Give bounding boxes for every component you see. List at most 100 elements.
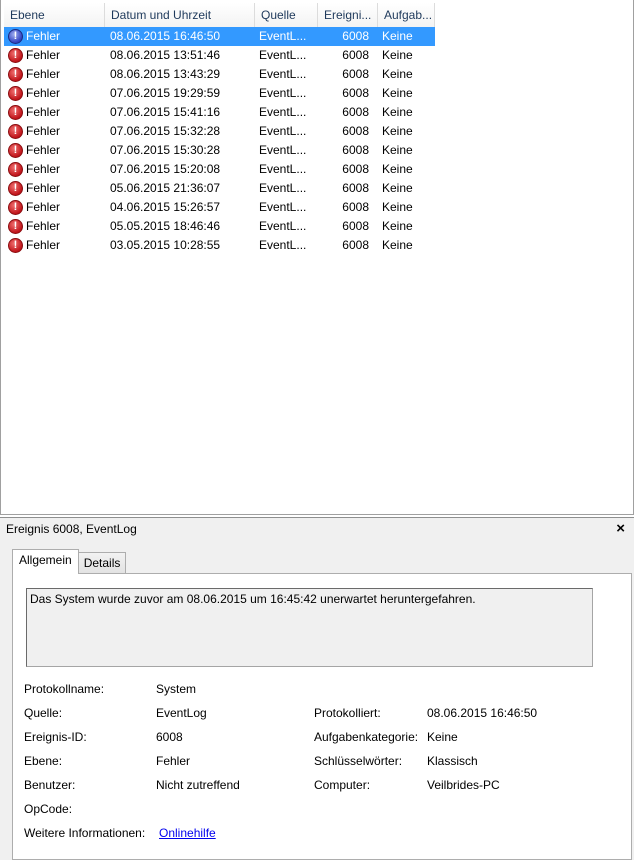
event-id-cell: 6008 bbox=[342, 86, 369, 100]
source-cell: EventL... bbox=[259, 86, 307, 100]
datetime-cell: 07.06.2015 15:30:28 bbox=[110, 143, 221, 157]
error-icon: ! bbox=[8, 181, 23, 196]
source-cell: EventL... bbox=[259, 67, 307, 81]
event-id-cell: 6008 bbox=[342, 48, 369, 62]
datetime-cell: 03.05.2015 10:28:55 bbox=[110, 238, 221, 252]
event-id-cell: 6008 bbox=[342, 143, 369, 157]
task-category-cell: Keine bbox=[382, 162, 413, 176]
table-row[interactable]: ! Fehler 05.06.2015 21:36:07 EventL... 6008 K… bbox=[4, 179, 435, 198]
level-cell: ! Fehler bbox=[4, 236, 105, 255]
event-message[interactable]: Das System wurde zuvor am 08.06.2015 um … bbox=[26, 588, 593, 667]
column-header-ebene[interactable]: Ebene bbox=[4, 3, 105, 27]
task-category-cell: Keine bbox=[382, 143, 413, 157]
onlinehilfe-link[interactable]: Onlinehilfe bbox=[159, 826, 216, 840]
error-icon: ! bbox=[8, 200, 23, 215]
tab-allgemein[interactable]: Allgemein bbox=[12, 549, 79, 574]
level-text: Fehler bbox=[26, 162, 61, 176]
level-text: Fehler bbox=[26, 105, 61, 119]
source-cell: EventL... bbox=[259, 238, 307, 252]
value-computer: Veilbrides-PC bbox=[427, 778, 500, 792]
task-category-cell: Keine bbox=[382, 181, 413, 195]
event-id-cell: 6008 bbox=[342, 181, 369, 195]
value-protokolliert: 08.06.2015 16:46:50 bbox=[427, 706, 538, 720]
error-icon: ! bbox=[8, 162, 23, 177]
table-row[interactable]: ! Fehler 05.05.2015 18:46:46 EventL... 6008 K… bbox=[4, 217, 435, 236]
event-list-header: Ebene Datum und Uhrzeit Quelle Ereigni..… bbox=[4, 3, 435, 28]
level-cell: ! Fehler bbox=[4, 179, 105, 198]
label-schluesselwoerter: Schlüsselwörter: bbox=[314, 754, 403, 768]
label-benutzer: Benutzer: bbox=[24, 778, 76, 792]
column-header-datum[interactable]: Datum und Uhrzeit bbox=[105, 3, 255, 27]
level-text: Fehler bbox=[26, 200, 61, 214]
task-category-cell: Keine bbox=[382, 105, 413, 119]
label-ebene: Ebene: bbox=[24, 754, 63, 768]
value-protokollname: System bbox=[156, 682, 197, 696]
level-text: Fehler bbox=[26, 86, 61, 100]
error-icon: ! bbox=[8, 143, 23, 158]
value-benutzer: Nicht zutreffend bbox=[156, 778, 240, 792]
source-cell: EventL... bbox=[259, 124, 307, 138]
event-id-cell: 6008 bbox=[342, 162, 369, 176]
task-category-cell: Keine bbox=[382, 86, 413, 100]
table-row[interactable]: ! Fehler 07.06.2015 15:20:08 EventL... 6008 K… bbox=[4, 160, 435, 179]
level-text: Fehler bbox=[26, 67, 61, 81]
level-cell: ! Fehler bbox=[4, 27, 105, 46]
close-icon[interactable]: × bbox=[616, 520, 625, 537]
level-text: Fehler bbox=[26, 143, 61, 157]
task-category-cell: Keine bbox=[382, 29, 413, 43]
column-header-ereignis-id[interactable]: Ereigni... bbox=[318, 3, 378, 27]
datetime-cell: 07.06.2015 15:20:08 bbox=[110, 162, 221, 176]
table-row[interactable]: ! Fehler 08.06.2015 13:43:29 EventL... 6008 K… bbox=[4, 65, 435, 84]
value-quelle: EventLog bbox=[156, 706, 207, 720]
level-cell: ! Fehler bbox=[4, 160, 105, 179]
datetime-cell: 05.06.2015 21:36:07 bbox=[110, 181, 221, 195]
error-icon: ! bbox=[8, 67, 23, 82]
datetime-cell: 05.05.2015 18:46:46 bbox=[110, 219, 221, 233]
event-id-cell: 6008 bbox=[342, 219, 369, 233]
error-icon: ! bbox=[8, 86, 23, 101]
level-text: Fehler bbox=[26, 219, 61, 233]
table-row[interactable]: ! Fehler 04.06.2015 15:26:57 EventL... 6008 K… bbox=[4, 198, 435, 217]
task-category-cell: Keine bbox=[382, 48, 413, 62]
event-id-cell: 6008 bbox=[342, 124, 369, 138]
detail-tabs: Allgemein Details bbox=[12, 549, 127, 574]
table-row[interactable]: ! Fehler 08.06.2015 16:46:50 EventL... 6008 K… bbox=[4, 27, 435, 46]
label-weitere-informationen: Weitere Informationen: bbox=[24, 826, 146, 840]
task-category-cell: Keine bbox=[382, 124, 413, 138]
event-list-pane: Ebene Datum und Uhrzeit Quelle Ereigni..… bbox=[0, 0, 634, 515]
label-ereignis-id: Ereignis-ID: bbox=[24, 730, 87, 744]
task-category-cell: Keine bbox=[382, 200, 413, 214]
event-id-cell: 6008 bbox=[342, 67, 369, 81]
value-ereignis-id: 6008 bbox=[156, 730, 183, 744]
error-icon: ! bbox=[8, 105, 23, 120]
event-detail-pane: Ereignis 6008, EventLog × Allgemein Deta… bbox=[0, 517, 634, 860]
source-cell: EventL... bbox=[259, 162, 307, 176]
column-header-aufgabenkategorie[interactable]: Aufgab... bbox=[378, 3, 435, 27]
datetime-cell: 07.06.2015 15:41:16 bbox=[110, 105, 221, 119]
error-icon: ! bbox=[8, 124, 23, 139]
value-ebene: Fehler bbox=[156, 754, 191, 768]
column-header-quelle[interactable]: Quelle bbox=[255, 3, 318, 27]
table-row[interactable]: ! Fehler 07.06.2015 19:29:59 EventL... 6008 K… bbox=[4, 84, 435, 103]
error-icon: ! bbox=[8, 238, 23, 253]
level-text: Fehler bbox=[26, 48, 61, 62]
table-row[interactable]: ! Fehler 03.05.2015 10:28:55 EventL... 6008 K… bbox=[4, 236, 435, 255]
table-row[interactable]: ! Fehler 07.06.2015 15:32:28 EventL... 6008 K… bbox=[4, 122, 435, 141]
level-cell: ! Fehler bbox=[4, 84, 105, 103]
table-row[interactable]: ! Fehler 07.06.2015 15:30:28 EventL... 6008 K… bbox=[4, 141, 435, 160]
tab-details[interactable]: Details bbox=[77, 552, 127, 573]
source-cell: EventL... bbox=[259, 105, 307, 119]
level-cell: ! Fehler bbox=[4, 65, 105, 84]
event-id-cell: 6008 bbox=[342, 29, 369, 43]
datetime-cell: 08.06.2015 16:46:50 bbox=[110, 29, 221, 43]
error-icon: ! bbox=[8, 29, 23, 44]
error-icon: ! bbox=[8, 219, 23, 234]
table-row[interactable]: ! Fehler 07.06.2015 15:41:16 EventL... 6008 K… bbox=[4, 103, 435, 122]
level-text: Fehler bbox=[26, 29, 61, 43]
level-text: Fehler bbox=[26, 238, 61, 252]
value-schluesselwoerter: Klassisch bbox=[427, 754, 478, 768]
detail-title: Ereignis 6008, EventLog bbox=[6, 522, 137, 536]
table-row[interactable]: ! Fehler 08.06.2015 13:51:46 EventL... 6008 K… bbox=[4, 46, 435, 65]
level-text: Fehler bbox=[26, 124, 61, 138]
error-icon: ! bbox=[8, 48, 23, 63]
